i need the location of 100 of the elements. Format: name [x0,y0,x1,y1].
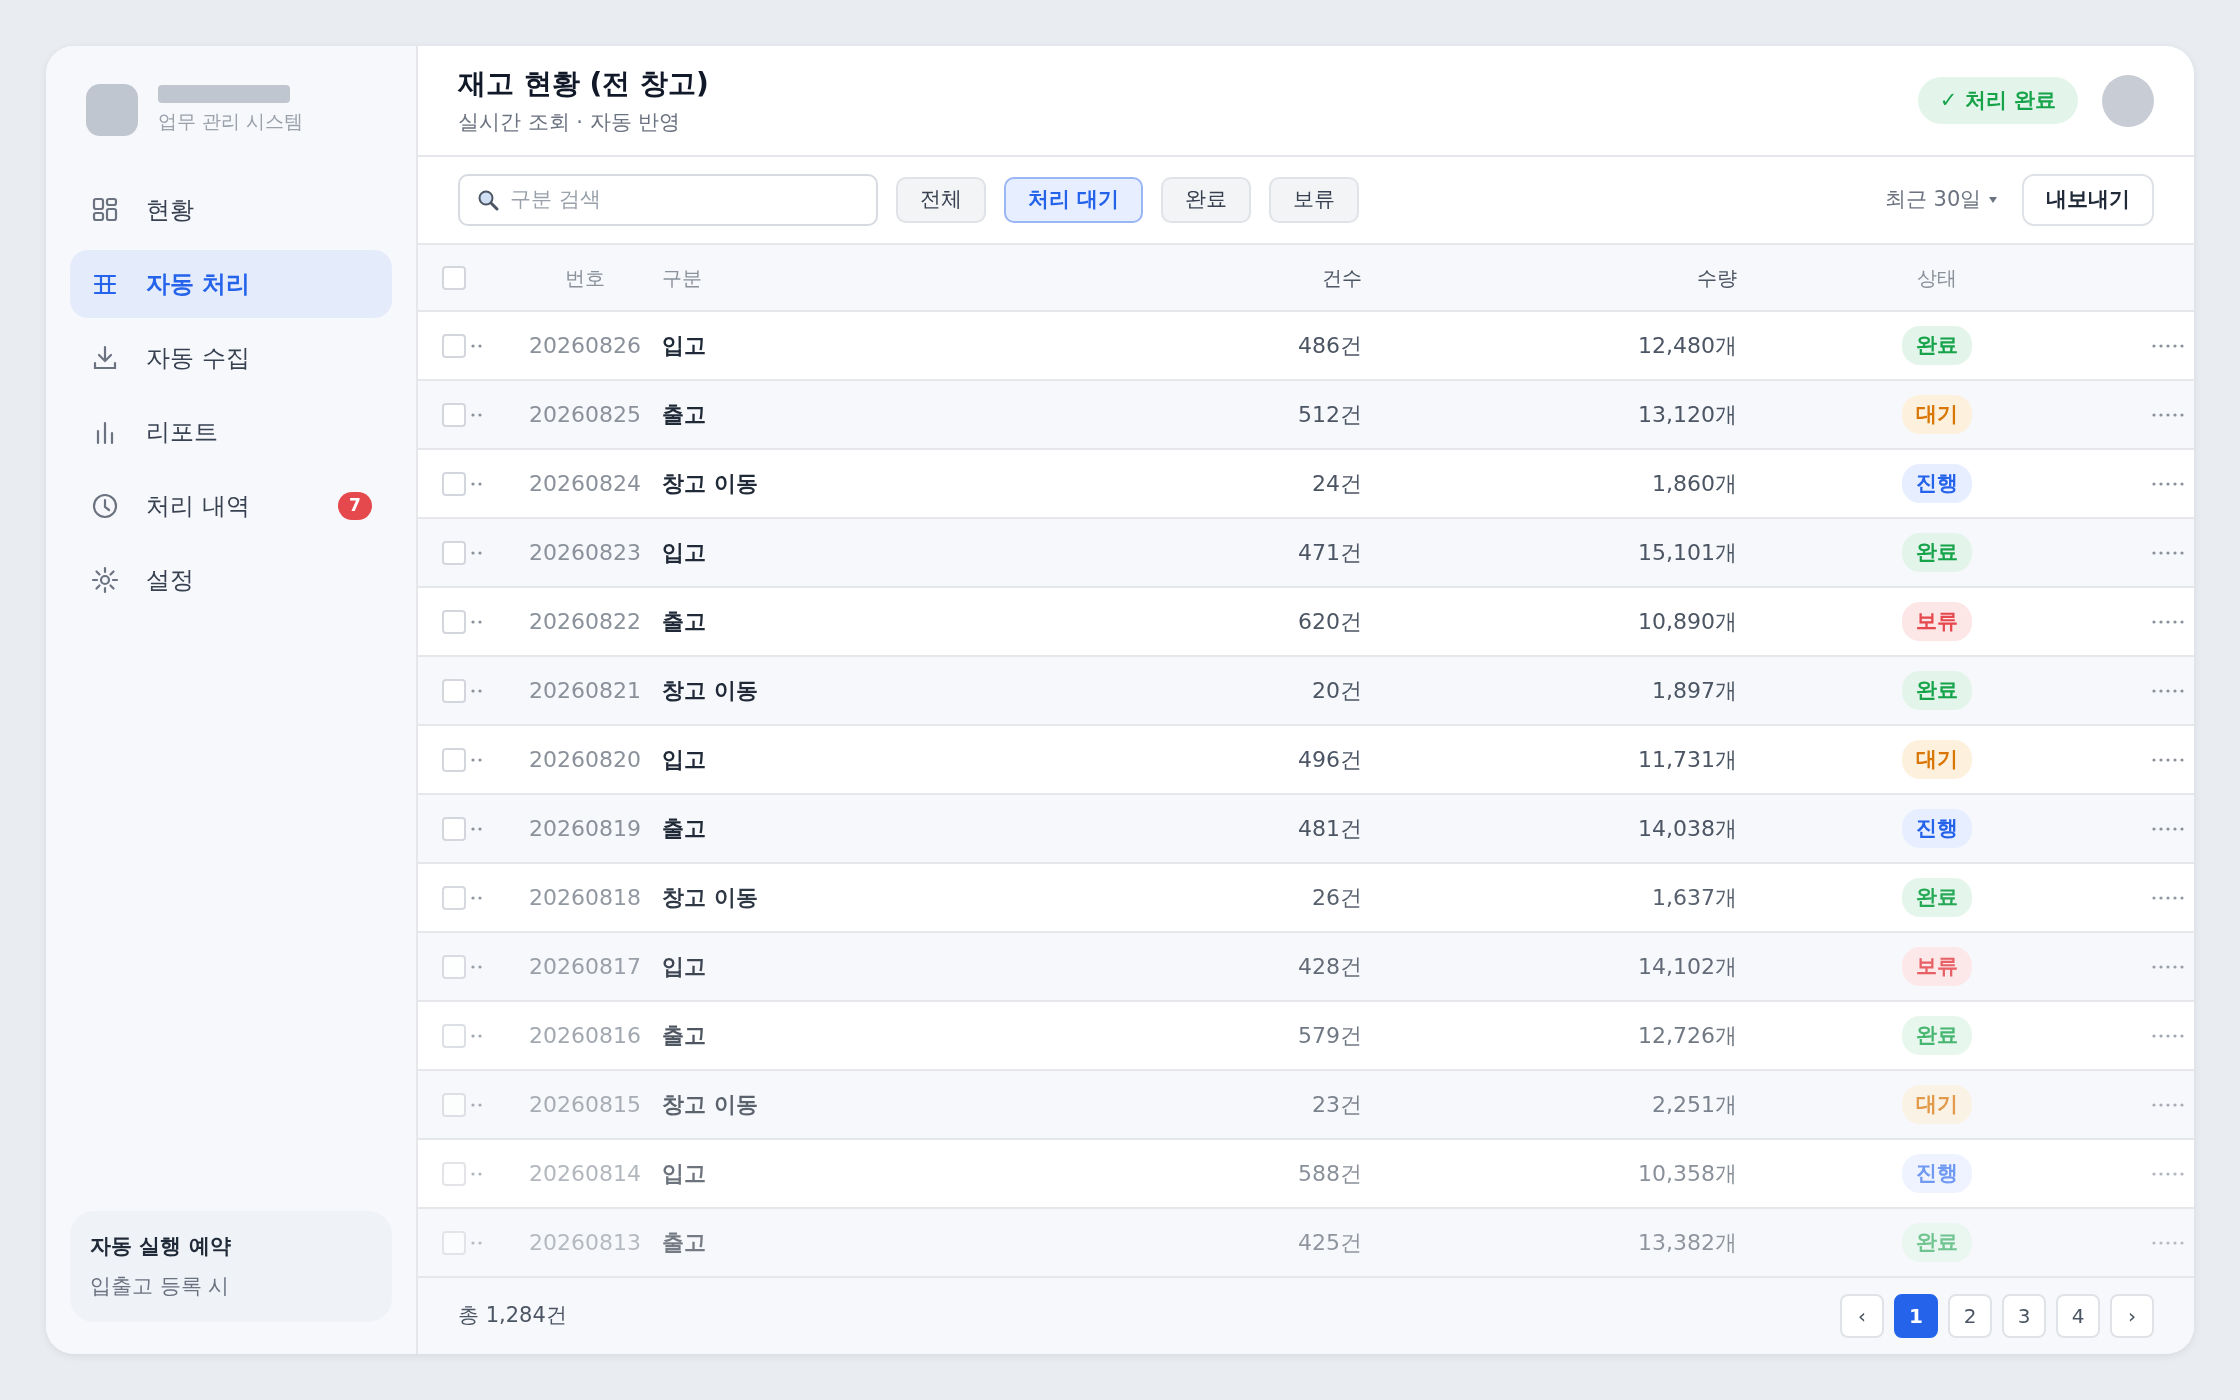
checkbox[interactable] [442,1092,466,1117]
filter-chip[interactable]: 완료 [1161,177,1252,223]
next-page-button[interactable]: › [2110,1294,2154,1338]
status-pill: 완료 [1902,325,1972,366]
more-icon[interactable] [2151,894,2186,901]
table-cell: 471건 [1298,540,1362,565]
drag-handle-icon[interactable] [470,1032,484,1039]
search-field[interactable]: 구분 검색 [458,174,878,226]
avatar[interactable] [2102,74,2154,127]
checkbox[interactable] [442,1161,466,1186]
sidebar-item[interactable]: 처리 내역 7 [70,472,392,540]
page-button[interactable]: 2 [1948,1294,1992,1338]
more-icon[interactable] [2151,756,2186,763]
checkbox[interactable] [442,747,466,772]
table-cell: 20260815 [529,1092,641,1117]
drag-handle-icon[interactable] [470,756,484,763]
status-pill: 완료 [1902,877,1972,918]
more-icon[interactable] [2151,687,2186,694]
status-pill: 대기 [1902,394,1972,435]
status-pill: 완료 [1902,1015,1972,1056]
total-count: 총 1,284건 [458,1302,567,1330]
page-button[interactable]: 3 [2002,1294,2046,1338]
table-cell: 588건 [1298,1161,1362,1186]
logo [86,84,138,136]
table-cell: 20260813 [529,1230,641,1255]
checkbox[interactable] [442,333,466,358]
previous-page-button[interactable]: ‹ [1840,1294,1884,1338]
more-icon[interactable] [2151,480,2186,487]
drag-handle-icon[interactable] [470,618,484,625]
status-pill: 완료 [1902,532,1972,573]
caret-icon [1988,196,1998,205]
checkbox[interactable] [442,265,466,290]
table-cell: 20260826 [529,333,641,358]
drag-handle-icon[interactable] [470,825,484,832]
status-pill: 진행 [1902,808,1972,849]
drag-handle-icon[interactable] [470,963,484,970]
table-cell: 14,038개 [1638,816,1737,841]
status-pill: 대기 [1902,739,1972,780]
sidebar-item[interactable]: 자동 처리 [70,250,392,318]
page-button[interactable]: 1 [1894,1294,1938,1338]
status-pill: 보류 [1902,601,1972,642]
checkbox[interactable] [442,540,466,565]
sidebar-item[interactable]: 자동 수집 [70,324,392,392]
checkbox[interactable] [442,678,466,703]
drag-handle-icon[interactable] [470,342,484,349]
more-icon[interactable] [2151,1170,2186,1177]
more-icon[interactable] [2151,618,2186,625]
status-pill: 대기 [1902,1084,1972,1125]
drag-handle-icon[interactable] [470,687,484,694]
checkbox[interactable] [442,609,466,634]
more-icon[interactable] [2151,549,2186,556]
export-button[interactable]: 내보내기 [2022,174,2154,226]
filter-chip[interactable]: 보류 [1269,177,1360,223]
table-cell: 481건 [1298,816,1362,841]
more-icon[interactable] [2151,411,2186,418]
table-cell: 1,637개 [1652,885,1737,910]
period-dropdown[interactable]: 최근 30일 [1878,183,2004,217]
table-cell: 15,101개 [1638,540,1737,565]
search-input[interactable]: 구분 검색 [508,183,860,217]
sun-icon [90,565,120,595]
drag-handle-icon[interactable] [470,894,484,901]
drag-handle-icon[interactable] [470,549,484,556]
page-button[interactable]: 4 [2056,1294,2100,1338]
checkbox[interactable] [442,402,466,427]
filter-chip[interactable]: 처리 대기 [1004,177,1144,223]
table-cell: 입고 [662,333,706,358]
checkbox[interactable] [442,471,466,496]
drag-handle-icon[interactable] [470,411,484,418]
table-cell: 620건 [1298,609,1362,634]
checkbox[interactable] [442,1023,466,1048]
sidebar-item[interactable]: 현황 [70,176,392,244]
status-pill: 보류 [1902,946,1972,987]
drag-handle-icon[interactable] [470,1239,484,1246]
more-icon[interactable] [2151,1239,2186,1246]
table-cell: 20260822 [529,609,641,634]
checkbox[interactable] [442,954,466,979]
sidebar-item[interactable]: 설정 [70,546,392,614]
drag-handle-icon[interactable] [470,1101,484,1108]
table-cell: 20260818 [529,885,641,910]
table-cell: 출고 [662,1023,706,1048]
more-icon[interactable] [2151,825,2186,832]
brand-subtitle: 업무 관리 시스템 [158,108,304,134]
column-header: 수량 [1697,265,1737,290]
table-cell: 창고 이동 [662,678,758,703]
status-pill: 완료 [1902,1222,1972,1263]
checkbox[interactable] [442,885,466,910]
more-icon[interactable] [2151,1101,2186,1108]
sidebar-item[interactable]: 리포트 [70,398,392,466]
drag-handle-icon[interactable] [470,480,484,487]
table-cell: 1,860개 [1652,471,1737,496]
count-badge: 7 [338,492,372,520]
table-cell: 출고 [662,1230,706,1255]
drag-handle-icon[interactable] [470,1170,484,1177]
filter-chip[interactable]: 전체 [896,177,986,223]
more-icon[interactable] [2151,1032,2186,1039]
checkbox[interactable] [442,1230,466,1255]
more-icon[interactable] [2151,342,2186,349]
more-icon[interactable] [2151,963,2186,970]
table-cell: 20260819 [529,816,641,841]
checkbox[interactable] [442,816,466,841]
